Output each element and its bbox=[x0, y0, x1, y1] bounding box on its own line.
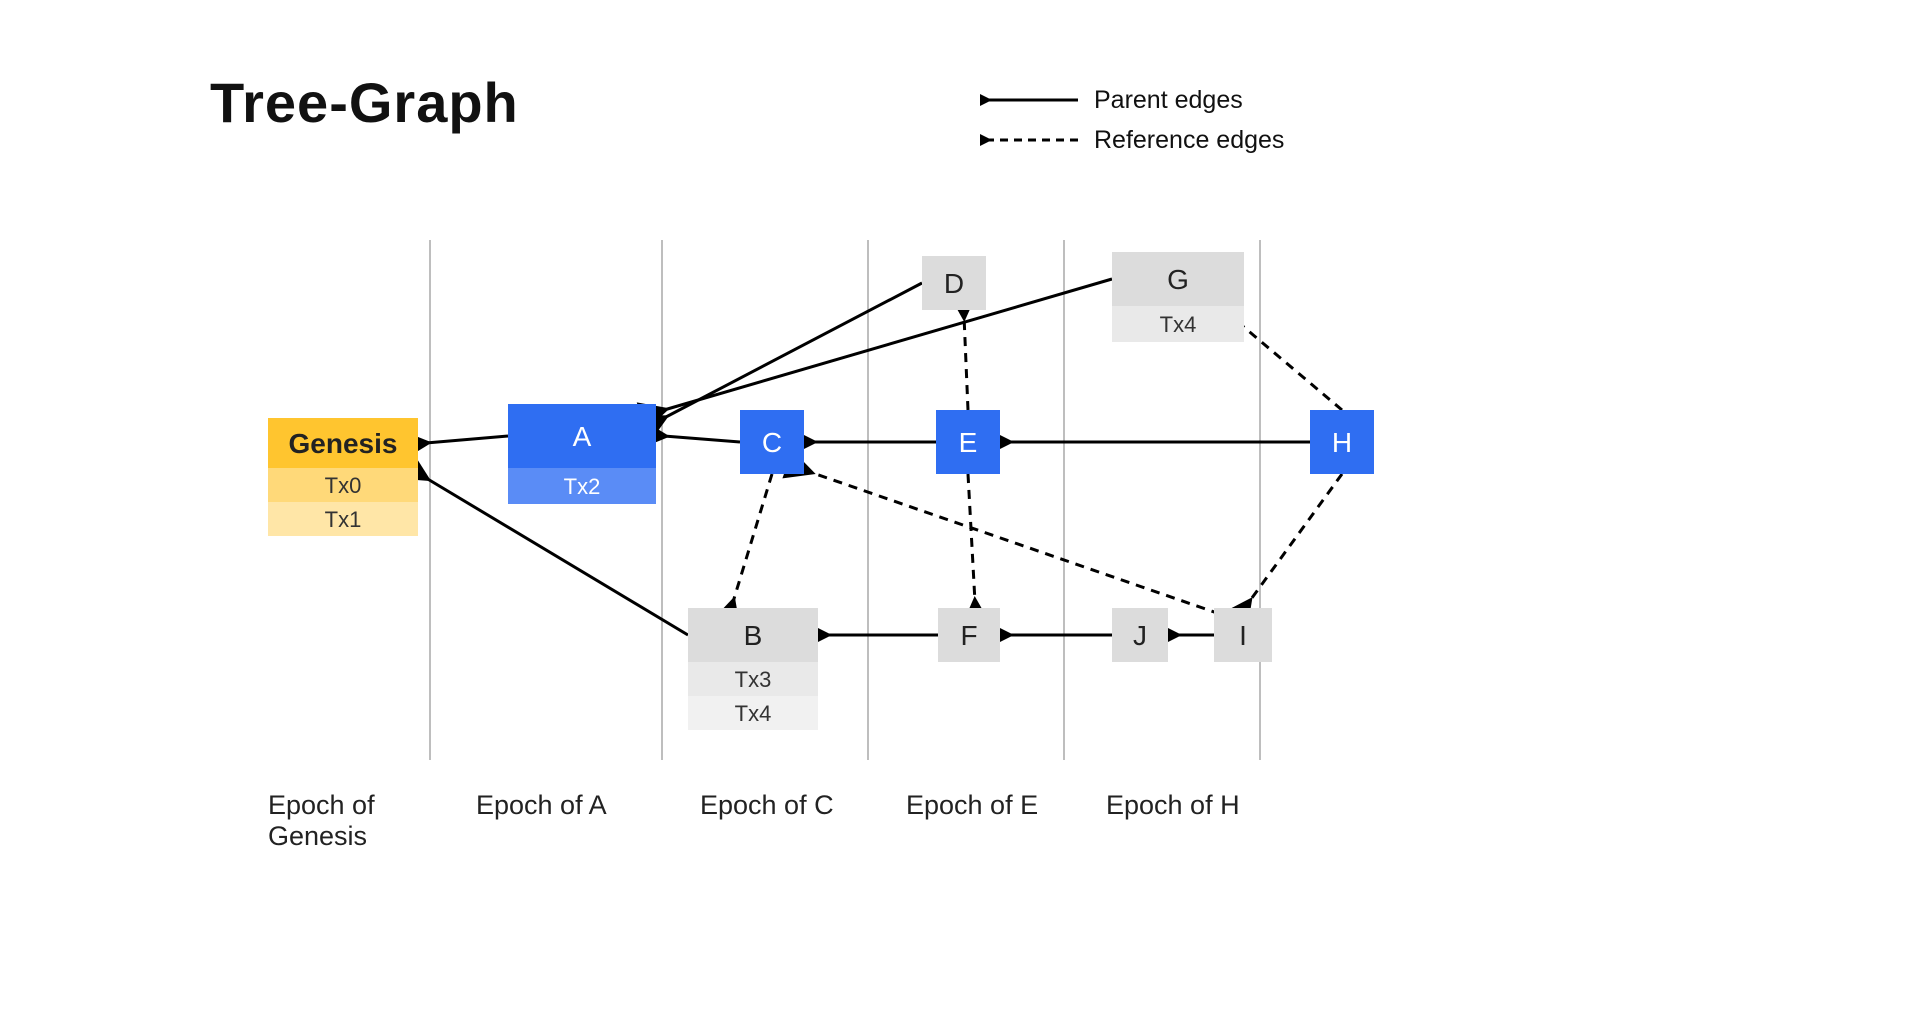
svg-text:Tx4: Tx4 bbox=[735, 701, 772, 726]
svg-text:I: I bbox=[1239, 620, 1247, 651]
svg-text:E: E bbox=[959, 427, 978, 458]
node-f: F bbox=[938, 608, 1000, 662]
svg-text:C: C bbox=[762, 427, 782, 458]
svg-text:Tx0: Tx0 bbox=[325, 473, 362, 498]
svg-text:F: F bbox=[960, 620, 977, 651]
epoch-genesis-label: Epoch of Genesis bbox=[268, 790, 428, 852]
svg-text:A: A bbox=[573, 421, 592, 452]
svg-text:H: H bbox=[1332, 427, 1352, 458]
epoch-c-label: Epoch of C bbox=[700, 790, 834, 821]
svg-text:Genesis: Genesis bbox=[289, 428, 398, 459]
node-genesis: Genesis Tx0 Tx1 bbox=[268, 418, 418, 536]
node-c: C bbox=[740, 410, 804, 474]
svg-text:D: D bbox=[944, 268, 964, 299]
node-j: J bbox=[1112, 608, 1168, 662]
svg-text:J: J bbox=[1133, 620, 1147, 651]
epoch-h-label: Epoch of H bbox=[1106, 790, 1240, 821]
node-d: D bbox=[922, 256, 986, 310]
node-a: A Tx2 bbox=[508, 404, 656, 504]
svg-text:B: B bbox=[744, 620, 763, 651]
svg-text:Tx2: Tx2 bbox=[564, 474, 601, 499]
node-g: G Tx4 bbox=[1112, 252, 1244, 342]
epoch-a-label: Epoch of A bbox=[476, 790, 607, 821]
graph-svg: Genesis Tx0 Tx1 A Tx2 C E H D G Tx4 B Tx3 Tx4 F J I bbox=[0, 0, 1920, 1024]
diagram-stage: Tree-Graph Parent edges Reference edges … bbox=[0, 0, 1920, 1024]
node-i: I bbox=[1214, 608, 1272, 662]
epoch-e-label: Epoch of E bbox=[906, 790, 1038, 821]
svg-text:Tx4: Tx4 bbox=[1160, 312, 1197, 337]
svg-text:Tx1: Tx1 bbox=[325, 507, 362, 532]
svg-text:Tx3: Tx3 bbox=[735, 667, 772, 692]
svg-text:G: G bbox=[1167, 264, 1189, 295]
node-h: H bbox=[1310, 410, 1374, 474]
node-e: E bbox=[936, 410, 1000, 474]
node-b: B Tx3 Tx4 bbox=[688, 608, 818, 730]
